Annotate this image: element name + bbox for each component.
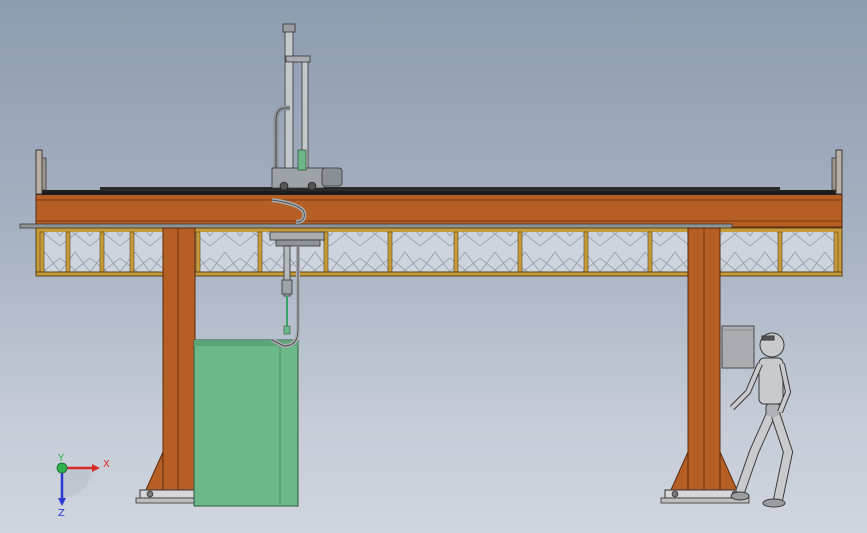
right-end-bracket — [831, 149, 843, 195]
axis-x-label: X — [103, 459, 110, 470]
cad-assembly-view: X Y Z — [19, 23, 843, 519]
gantry-main-beam — [35, 193, 843, 228]
top-rail — [36, 187, 842, 195]
lower-rail-bar — [19, 223, 733, 229]
left-end-bracket — [35, 149, 47, 195]
electrical-cabinet — [721, 325, 755, 369]
axis-triad-icon: X Y Z — [56, 453, 110, 519]
axis-y-label: Y — [57, 453, 65, 464]
truss-section — [35, 227, 843, 277]
axis-z-label: Z — [58, 508, 65, 519]
machine-tank — [193, 339, 299, 507]
